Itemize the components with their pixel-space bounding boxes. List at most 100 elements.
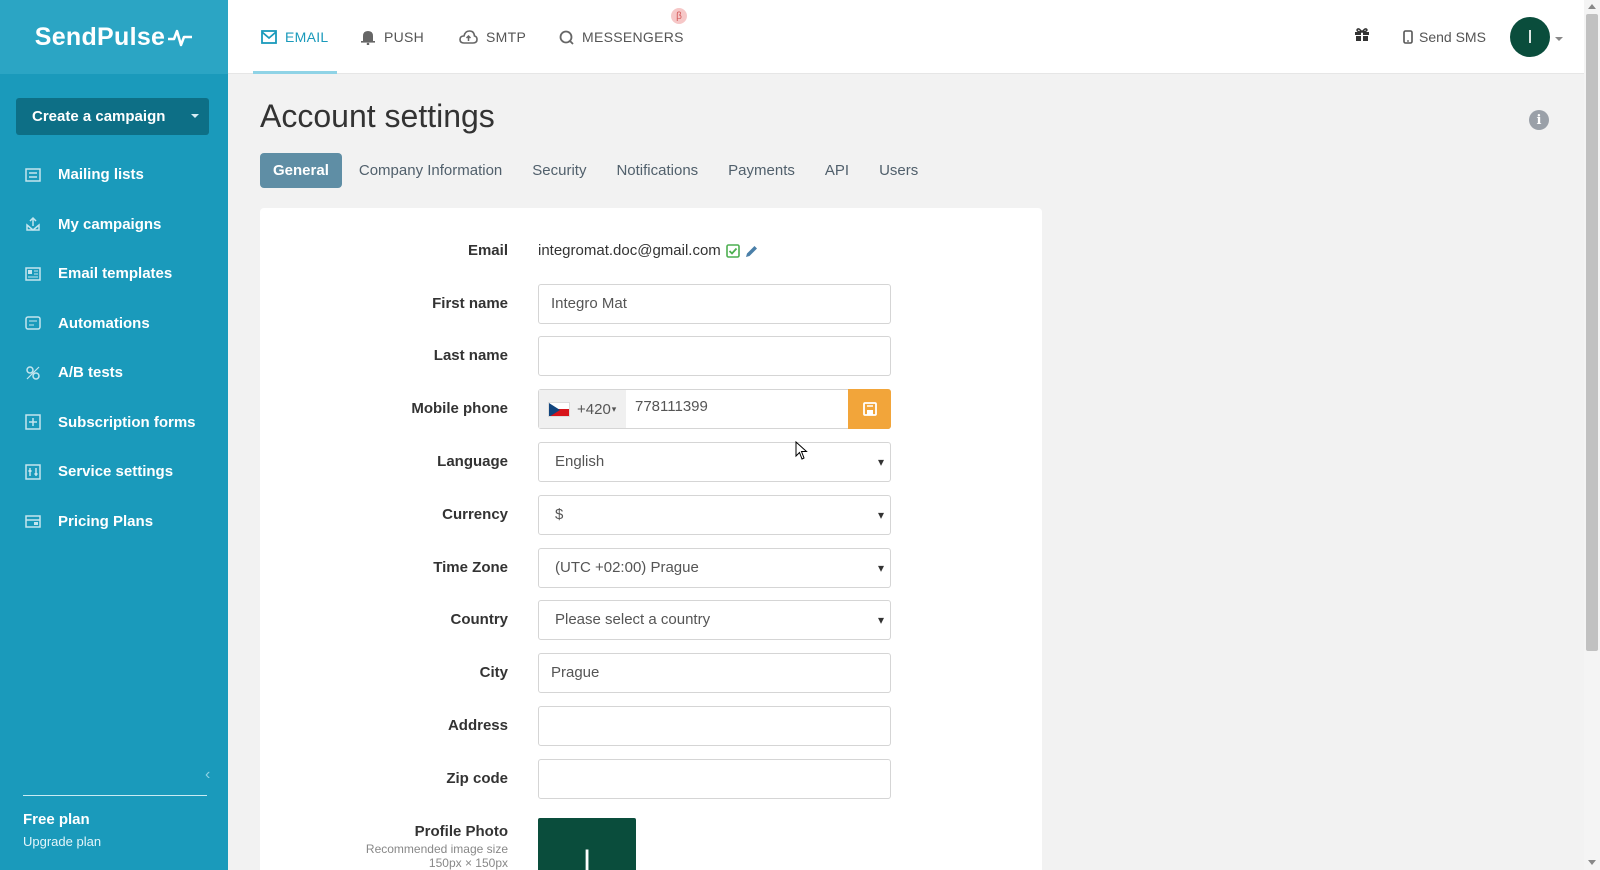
sidebar-item-label: My campaigns	[58, 215, 162, 233]
tab-payments[interactable]: Payments	[715, 153, 808, 188]
pulse-icon	[168, 29, 193, 47]
scroll-down-arrow-icon[interactable]	[1588, 860, 1596, 865]
sidebar-item-service-settings[interactable]: Service settings	[0, 447, 228, 497]
profile-photo[interactable]: I	[538, 818, 636, 870]
user-avatar[interactable]: I	[1510, 17, 1550, 57]
sidebar-item-label: A/B tests	[58, 364, 124, 382]
sidebar-nav: Mailing lists My campaigns Email templat…	[0, 150, 228, 546]
form-icon	[24, 413, 42, 431]
tab-notifications[interactable]: Notifications	[603, 153, 711, 188]
tab-security[interactable]: Security	[519, 153, 599, 188]
profile-photo-label-group: Profile Photo Recommended image size 150…	[366, 822, 508, 870]
email-label: Email	[467, 242, 508, 259]
email-row: Email integromat.doc@gmail.com	[260, 231, 1042, 271]
last-name-label: Last name	[433, 347, 508, 364]
sidebar-item-mailing-lists[interactable]: Mailing lists	[0, 150, 228, 200]
tab-api[interactable]: API	[812, 153, 862, 188]
envelope-icon	[261, 30, 277, 44]
country-row: Country Please select a country	[260, 600, 1042, 640]
plan-name: Free plan	[23, 811, 90, 828]
profile-photo-row: Profile Photo Recommended image size 150…	[260, 818, 1042, 870]
verified-check-icon	[726, 244, 740, 258]
address-label: Address	[447, 717, 508, 734]
first-name-row: First name Integro Mat	[260, 284, 1042, 324]
tab-users[interactable]: Users	[866, 153, 931, 188]
tab-messengers[interactable]: MESSENGERS	[559, 0, 684, 74]
language-label: Language	[437, 453, 508, 470]
sidebar-item-label: Automations	[58, 314, 150, 332]
mobile-phone-row: Mobile phone +420 ▾ 778111399	[260, 389, 1042, 429]
save-phone-button[interactable]	[848, 389, 891, 429]
time-zone-select[interactable]: (UTC +02:00) Prague	[538, 548, 891, 588]
chevron-down-icon[interactable]	[1555, 37, 1563, 41]
collapse-sidebar-icon[interactable]: ‹	[205, 766, 210, 784]
sidebar-item-my-campaigns[interactable]: My campaigns	[0, 200, 228, 250]
currency-select[interactable]: $	[538, 495, 891, 535]
language-select[interactable]: English	[538, 442, 891, 482]
sidebar-item-email-templates[interactable]: Email templates	[0, 249, 228, 299]
city-input[interactable]: Prague	[538, 653, 891, 693]
gift-icon[interactable]	[1354, 26, 1370, 47]
city-label: City	[479, 664, 508, 681]
email-text: integromat.doc@gmail.com	[538, 242, 721, 259]
country-label: Country	[450, 611, 509, 628]
sidebar-item-label: Pricing Plans	[58, 512, 154, 530]
sidebar-item-pricing-plans[interactable]: Pricing Plans	[0, 497, 228, 547]
tab-label: MESSENGERS	[582, 29, 684, 45]
save-icon	[862, 402, 877, 416]
zip-code-row: Zip code	[260, 759, 1042, 799]
tab-smtp[interactable]: SMTP	[459, 0, 526, 74]
sidebar-item-automations[interactable]: Automations	[0, 299, 228, 349]
sidebar-item-ab-tests[interactable]: A/B tests	[0, 348, 228, 398]
upgrade-plan-link[interactable]: Upgrade plan	[23, 834, 101, 849]
beta-badge: β	[671, 8, 687, 24]
template-icon	[24, 265, 42, 283]
zip-code-input[interactable]	[538, 759, 891, 799]
tab-general[interactable]: General	[260, 153, 342, 188]
info-icon[interactable]: i	[1529, 110, 1549, 130]
time-zone-row: Time Zone (UTC +02:00) Prague	[260, 548, 1042, 588]
last-name-row: Last name	[260, 336, 1042, 376]
sendpulse-logo[interactable]: SendPulse	[35, 23, 194, 52]
tab-push[interactable]: PUSH	[360, 0, 424, 74]
sidebar-item-label: Service settings	[58, 463, 174, 481]
tab-label: SMTP	[486, 29, 527, 45]
zip-code-label: Zip code	[446, 770, 508, 787]
chevron-down-icon[interactable]	[191, 114, 199, 118]
first-name-label: First name	[432, 295, 508, 312]
mobile-phone-input[interactable]: 778111399	[626, 390, 848, 428]
sidebar-item-subscription-forms[interactable]: Subscription forms	[0, 398, 228, 448]
create-campaign-button[interactable]: Create a campaign	[16, 98, 209, 135]
mobile-phone-field: +420 ▾ 778111399	[538, 389, 891, 429]
tab-company-information[interactable]: Company Information	[346, 153, 515, 188]
page-title: Account settings	[260, 98, 495, 134]
country-select[interactable]: Please select a country	[538, 600, 891, 640]
page-scrollbar[interactable]	[1584, 0, 1600, 870]
edit-pencil-icon[interactable]	[744, 244, 759, 259]
profile-photo-size: 150px × 150px	[428, 856, 508, 870]
settings-tabs: General Company Information Security Not…	[260, 153, 935, 188]
scroll-up-arrow-icon[interactable]	[1588, 4, 1596, 9]
cloud-upload-icon	[459, 30, 478, 44]
tab-email[interactable]: EMAIL	[253, 0, 336, 74]
email-value: integromat.doc@gmail.com	[538, 231, 759, 271]
profile-photo-label: Profile Photo	[414, 823, 508, 840]
country-code-selector[interactable]: +420 ▾	[539, 390, 626, 428]
send-sms-label: Send SMS	[1419, 29, 1486, 45]
sidebar: SendPulse Create a campaign Mailing list…	[0, 0, 228, 870]
general-settings-card: Email integromat.doc@gmail.com First nam…	[260, 208, 1042, 870]
create-campaign-label: Create a campaign	[32, 108, 166, 125]
send-sms-button[interactable]: Send SMS	[1403, 0, 1486, 74]
automation-icon	[24, 314, 42, 332]
scroll-thumb[interactable]	[1586, 14, 1598, 651]
last-name-input[interactable]	[538, 336, 891, 376]
address-input[interactable]	[538, 706, 891, 746]
time-zone-label: Time Zone	[433, 559, 508, 576]
ab-test-icon	[24, 364, 42, 382]
city-row: City Prague	[260, 653, 1042, 693]
chevron-down-icon: ▾	[611, 403, 617, 414]
tab-label: EMAIL	[285, 29, 329, 45]
first-name-input[interactable]: Integro Mat	[538, 284, 891, 324]
profile-photo-hint: Recommended image size	[365, 842, 508, 856]
language-row: Language English	[260, 442, 1042, 482]
